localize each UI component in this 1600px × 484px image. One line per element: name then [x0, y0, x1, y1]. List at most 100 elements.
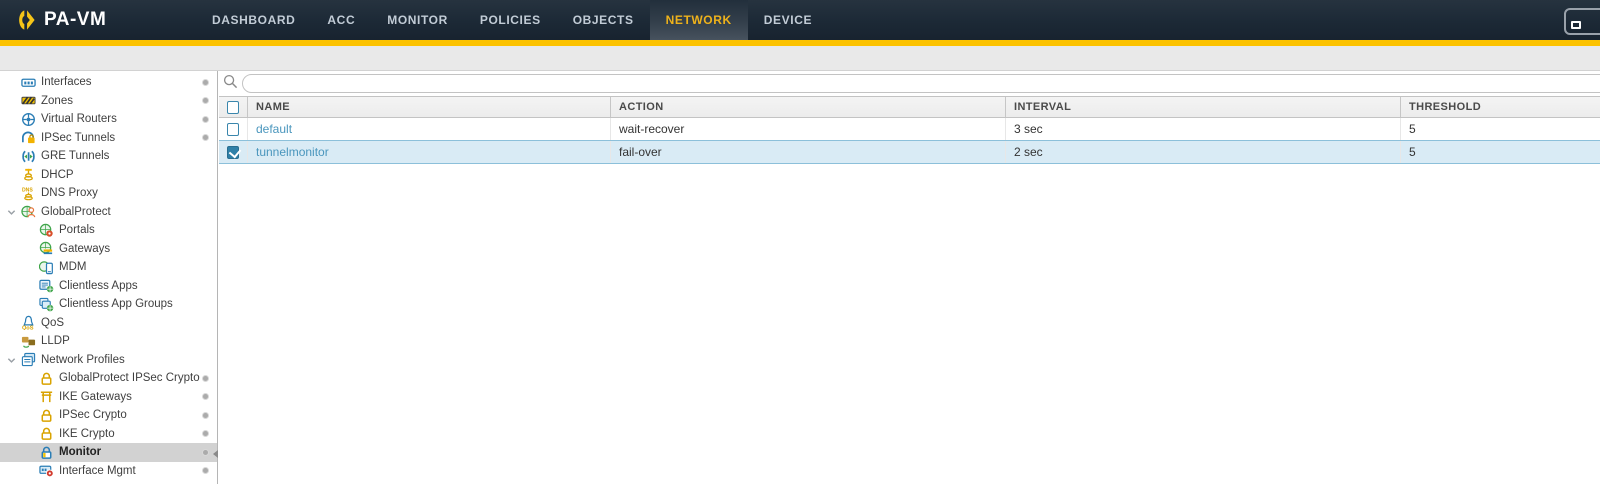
- tab-device[interactable]: DEVICE: [748, 0, 828, 40]
- item-dot: [203, 394, 208, 399]
- item-dot: [203, 468, 208, 473]
- item-dot: [203, 431, 208, 436]
- row-checkbox-cell[interactable]: [219, 141, 248, 163]
- portals-icon: [38, 222, 54, 238]
- dns-proxy-icon: DNS: [20, 185, 36, 201]
- sidebar-item-interfaces[interactable]: Interfaces: [0, 73, 217, 92]
- sidebar-item-label: Interface Mgmt: [59, 465, 136, 477]
- item-dot: [203, 376, 208, 381]
- sidebar-item-clientless-apps[interactable]: Clientless Apps: [0, 277, 217, 296]
- column-header-name[interactable]: NAME: [248, 97, 611, 117]
- sidebar-item-lldp[interactable]: LLDP: [0, 332, 217, 351]
- item-dot: [203, 98, 208, 103]
- table-row[interactable]: default wait-recover 3 sec 5: [219, 118, 1600, 141]
- sidebar-item-label: Gateways: [59, 243, 110, 255]
- sidebar-item-label: GRE Tunnels: [41, 150, 109, 162]
- sidebar-item-gre-tunnels[interactable]: GRE Tunnels: [0, 147, 217, 166]
- sidebar-item-globalprotect[interactable]: GlobalProtect: [0, 203, 217, 222]
- sidebar-item-label: Virtual Routers: [41, 113, 117, 125]
- sidebar-item-label: Clientless Apps: [59, 280, 138, 292]
- row-checkbox[interactable]: [227, 123, 239, 136]
- item-dot: [203, 413, 208, 418]
- table-row[interactable]: tunnelmonitor fail-over 2 sec 5: [219, 140, 1600, 164]
- zones-icon: [20, 93, 36, 109]
- app-title: PA-VM: [44, 9, 106, 31]
- paloalto-logo-icon: [14, 9, 36, 31]
- cell-interval: 2 sec: [1006, 141, 1401, 163]
- svg-text:QoS: QoS: [21, 326, 33, 330]
- sidebar-item-label: Network Profiles: [41, 354, 125, 366]
- sidebar-item-label: IPSec Tunnels: [41, 132, 115, 144]
- virtual-routers-icon: [20, 111, 36, 127]
- tab-dashboard[interactable]: DASHBOARD: [196, 0, 311, 40]
- item-dot: [203, 450, 208, 455]
- sidebar-item-label: DHCP: [41, 169, 74, 181]
- sidebar-item-ipsec-crypto[interactable]: IPSec Crypto: [0, 406, 217, 425]
- sidebar-item-label: GlobalProtect IPSec Crypto: [59, 372, 200, 384]
- sidebar-item-dns-proxy[interactable]: DNS DNS Proxy: [0, 184, 217, 203]
- sidebar-item-label: LLDP: [41, 335, 70, 347]
- top-navigation-bar: PA-VM DASHBOARD ACC MONITOR POLICIES OBJ…: [0, 0, 1600, 40]
- select-all-checkbox-cell[interactable]: [219, 97, 248, 117]
- sidebar-item-qos[interactable]: QoS QoS: [0, 314, 217, 333]
- sidebar-item-portals[interactable]: Portals: [0, 221, 217, 240]
- sidebar-item-gateways[interactable]: Gateways: [0, 240, 217, 259]
- sidebar-item-monitor[interactable]: Monitor: [0, 443, 217, 462]
- cell-interval: 3 sec: [1006, 118, 1401, 140]
- sidebar-item-ipsec-tunnels[interactable]: IPSec Tunnels: [0, 129, 217, 148]
- sidebar-item-label: GlobalProtect: [41, 206, 111, 218]
- sidebar-item-ike-gateways[interactable]: IKE Gateways: [0, 388, 217, 407]
- tab-monitor[interactable]: MONITOR: [371, 0, 464, 40]
- tab-objects[interactable]: OBJECTS: [557, 0, 650, 40]
- chevron-down-icon[interactable]: [7, 356, 16, 368]
- network-profiles-icon: [20, 352, 36, 368]
- search-bar: [219, 71, 1600, 96]
- monitor-profiles-table: NAME ACTION INTERVAL THRESHOLD default w…: [219, 96, 1600, 164]
- chevron-down-icon[interactable]: [7, 208, 16, 220]
- item-dot: [203, 135, 208, 140]
- sidebar-item-ike-crypto[interactable]: IKE Crypto: [0, 425, 217, 444]
- sidebar-item-network-profiles[interactable]: Network Profiles: [0, 351, 217, 370]
- sidebar-navigation: Interfaces Zones Virtual Routers IPSec T…: [0, 71, 218, 484]
- sidebar-item-label: Monitor: [59, 446, 101, 458]
- profile-name-link[interactable]: default: [256, 122, 292, 136]
- tab-network[interactable]: NETWORK: [650, 0, 748, 40]
- column-header-threshold[interactable]: THRESHOLD: [1401, 97, 1600, 117]
- lock-icon: [38, 407, 54, 423]
- profile-name-link[interactable]: tunnelmonitor: [256, 145, 329, 159]
- gre-tunnels-icon: [20, 148, 36, 164]
- lock-icon: [38, 426, 54, 442]
- clientless-app-groups-icon: [38, 296, 54, 312]
- row-checkbox-cell[interactable]: [219, 118, 248, 140]
- topbar-partial-button[interactable]: [1564, 8, 1600, 35]
- sidebar-item-globalprotect-ipsec-crypto[interactable]: GlobalProtect IPSec Crypto: [0, 369, 217, 388]
- sidebar-item-label: DNS Proxy: [41, 187, 98, 199]
- sidebar-item-label: IKE Crypto: [59, 428, 115, 440]
- interfaces-icon: [20, 74, 36, 90]
- sidebar-item-mdm[interactable]: MDM: [0, 258, 217, 277]
- search-input[interactable]: [242, 74, 1600, 93]
- cell-threshold: 5: [1401, 118, 1600, 140]
- select-all-checkbox[interactable]: [227, 101, 239, 114]
- table-header-row: NAME ACTION INTERVAL THRESHOLD: [219, 97, 1600, 118]
- main-nav-tabs: DASHBOARD ACC MONITOR POLICIES OBJECTS N…: [196, 0, 828, 40]
- sidebar-item-virtual-routers[interactable]: Virtual Routers: [0, 110, 217, 129]
- tab-policies[interactable]: POLICIES: [464, 0, 557, 40]
- sidebar-item-label: IKE Gateways: [59, 391, 132, 403]
- lldp-icon: [20, 333, 36, 349]
- tab-acc[interactable]: ACC: [311, 0, 371, 40]
- column-header-interval[interactable]: INTERVAL: [1006, 97, 1401, 117]
- sidebar-item-dhcp[interactable]: DHCP: [0, 166, 217, 185]
- interface-mgmt-icon: [38, 463, 54, 479]
- save-icon: [1571, 21, 1581, 29]
- cell-threshold: 5: [1401, 141, 1600, 163]
- sidebar-item-interface-mgmt[interactable]: Interface Mgmt: [0, 462, 217, 481]
- sidebar-item-clientless-app-groups[interactable]: Clientless App Groups: [0, 295, 217, 314]
- column-header-action[interactable]: ACTION: [611, 97, 1006, 117]
- gateways-icon: [38, 241, 54, 257]
- globalprotect-icon: [20, 204, 36, 220]
- row-checkbox[interactable]: [227, 146, 239, 159]
- clientless-apps-icon: [38, 278, 54, 294]
- sidebar-item-zones[interactable]: Zones: [0, 92, 217, 111]
- sidebar-collapse-arrow-icon[interactable]: [213, 450, 218, 458]
